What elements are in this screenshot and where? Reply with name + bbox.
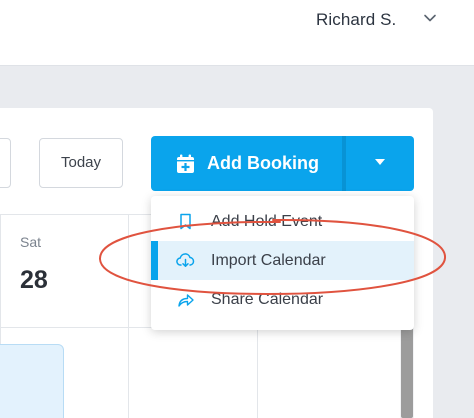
caret-down-icon — [375, 159, 385, 165]
menu-item-add-hold-event[interactable]: Add Hold Event — [151, 202, 414, 241]
menu-item-share-calendar[interactable]: Share Calendar — [151, 280, 414, 319]
calendar-plus-icon — [177, 154, 194, 173]
chevron-down-icon[interactable] — [422, 10, 438, 26]
share-arrow-icon — [178, 294, 194, 307]
day-name-label: Sat — [20, 234, 42, 250]
menu-item-import-calendar[interactable]: Import Calendar — [151, 241, 414, 280]
add-booking-button[interactable]: Add Booking — [151, 136, 342, 191]
add-booking-dropdown-menu: Add Hold Event Import Calendar Share Cal… — [151, 196, 414, 330]
menu-item-label: Add Hold Event — [211, 212, 323, 230]
grid-column-divider — [128, 214, 129, 418]
today-button[interactable]: Today — [39, 138, 123, 188]
add-booking-label: Add Booking — [207, 153, 319, 173]
day-number-label[interactable]: 28 — [20, 266, 48, 295]
menu-item-label: Share Calendar — [211, 290, 324, 308]
bookmark-icon — [180, 213, 191, 230]
add-booking-dropdown-toggle[interactable] — [346, 136, 414, 191]
nav-prev-button[interactable] — [0, 138, 11, 188]
user-name[interactable]: Richard S. — [316, 10, 396, 30]
calendar-event-block[interactable] — [0, 344, 64, 418]
cloud-download-icon — [176, 253, 195, 267]
menu-item-label: Import Calendar — [211, 251, 326, 269]
top-header-bar: Richard S. — [0, 0, 474, 66]
